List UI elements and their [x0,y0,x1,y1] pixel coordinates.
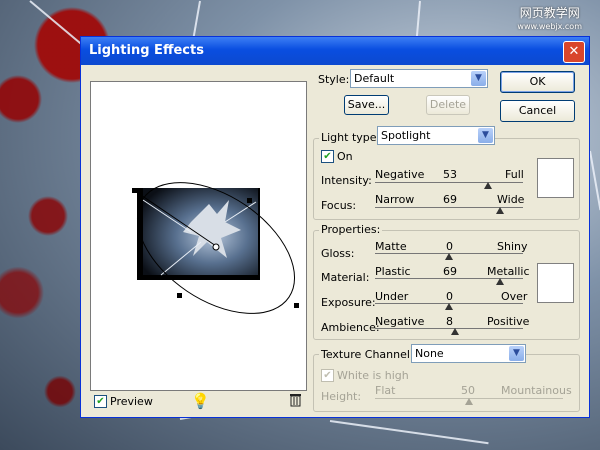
save-button[interactable]: Save... [344,95,389,115]
checkmark-icon: ✔ [96,396,105,407]
light-color-swatch[interactable] [537,158,574,198]
ambience-left-label: Negative [375,315,425,328]
exposure-left-label: Under [375,290,409,303]
material-slider-thumb[interactable] [496,278,505,285]
light-type-label: Light type: [319,131,383,144]
dialog-title: Lighting Effects [89,43,204,58]
ambience-label: Ambience: [321,321,380,334]
exposure-value: 0 [446,290,453,303]
gloss-right-label: Shiny [497,240,528,253]
ambient-color-swatch[interactable] [537,263,574,303]
focus-slider-thumb[interactable] [496,207,505,214]
chevron-down-icon: ▼ [478,128,493,143]
checkmark-icon: ✔ [323,370,332,381]
exposure-slider-thumb[interactable] [445,303,453,310]
intensity-right-label: Full [505,168,524,181]
white-is-high-label: White is high [337,369,409,382]
preview-checkbox[interactable]: ✔ [94,395,107,408]
exposure-label: Exposure: [321,296,376,309]
close-button[interactable]: ✕ [563,41,585,63]
ambience-value: 8 [446,315,453,328]
watermark-title: 网页教学网 [519,6,580,20]
intensity-label: Intensity: [321,174,372,187]
height-left-label: Flat [375,384,396,397]
light-handle [132,188,137,193]
background-crack [329,420,489,445]
gloss-slider-thumb[interactable] [445,253,453,260]
close-icon: ✕ [568,44,580,59]
trash-icon-svg [290,394,301,407]
properties-title: Properties: [319,223,383,236]
texture-channel-value: None [415,347,444,360]
gloss-left-label: Matte [375,240,407,253]
exposure-right-label: Over [501,290,528,303]
height-slider-thumb[interactable] [465,398,473,405]
material-right-label: Metallic [487,265,530,278]
light-handle [294,303,299,308]
light-handle [247,198,252,203]
style-label: Style: [318,73,350,86]
site-watermark: 网页教学网 www.webjx.com [517,6,582,34]
lighting-effects-dialog: Lighting Effects ✕ ✔ Preview 💡 Style: De… [80,36,590,418]
light-handle [177,293,182,298]
ambience-right-label: Positive [487,315,530,328]
light-on-label: On [337,150,353,163]
light-on-checkbox[interactable]: ✔ [321,150,334,163]
cancel-button[interactable]: Cancel [500,100,575,122]
watermark-url: www.webjx.com [517,22,582,31]
focus-value: 69 [443,193,457,206]
height-label: Height: [321,390,362,403]
gloss-label: Gloss: [321,247,355,260]
gloss-value: 0 [446,240,453,253]
material-left-label: Plastic [375,265,411,278]
intensity-slider-thumb[interactable] [484,182,493,189]
white-is-high-checkbox[interactable]: ✔ [321,369,334,382]
height-value: 50 [461,384,475,397]
checkmark-icon: ✔ [323,151,332,162]
preview-label: Preview [110,395,153,408]
material-value: 69 [443,265,457,278]
texture-channel-label: Texture Channel: [319,348,416,361]
title-bar[interactable]: Lighting Effects ✕ [81,37,589,65]
texture-channel-select[interactable]: None ▼ [411,344,526,363]
background-crack [192,0,201,41]
style-select-value: Default [354,72,395,85]
focus-right-label: Wide [497,193,525,206]
ambience-slider-track[interactable] [375,328,523,329]
light-center-handle [212,243,220,251]
chevron-down-icon: ▼ [509,346,524,361]
focus-label: Focus: [321,199,357,212]
ambience-slider-thumb[interactable] [450,328,459,335]
style-select[interactable]: Default ▼ [350,69,488,88]
chevron-down-icon: ▼ [471,71,486,86]
preview-pane[interactable] [90,81,307,391]
focus-left-label: Narrow [375,193,415,206]
light-type-select[interactable]: Spotlight ▼ [377,126,495,145]
material-label: Material: [321,271,370,284]
intensity-value: 53 [443,168,457,181]
intensity-left-label: Negative [375,168,425,181]
light-type-value: Spotlight [381,129,431,142]
light-bulb-icon[interactable]: 💡 [191,392,210,410]
preview-canvas [132,182,299,314]
trash-icon[interactable] [289,393,301,407]
intensity-slider-track[interactable] [375,182,523,183]
background-crack [589,150,600,211]
ok-button[interactable]: OK [500,71,575,93]
height-right-label: Mountainous [501,384,572,397]
delete-button[interactable]: Delete [426,95,470,115]
